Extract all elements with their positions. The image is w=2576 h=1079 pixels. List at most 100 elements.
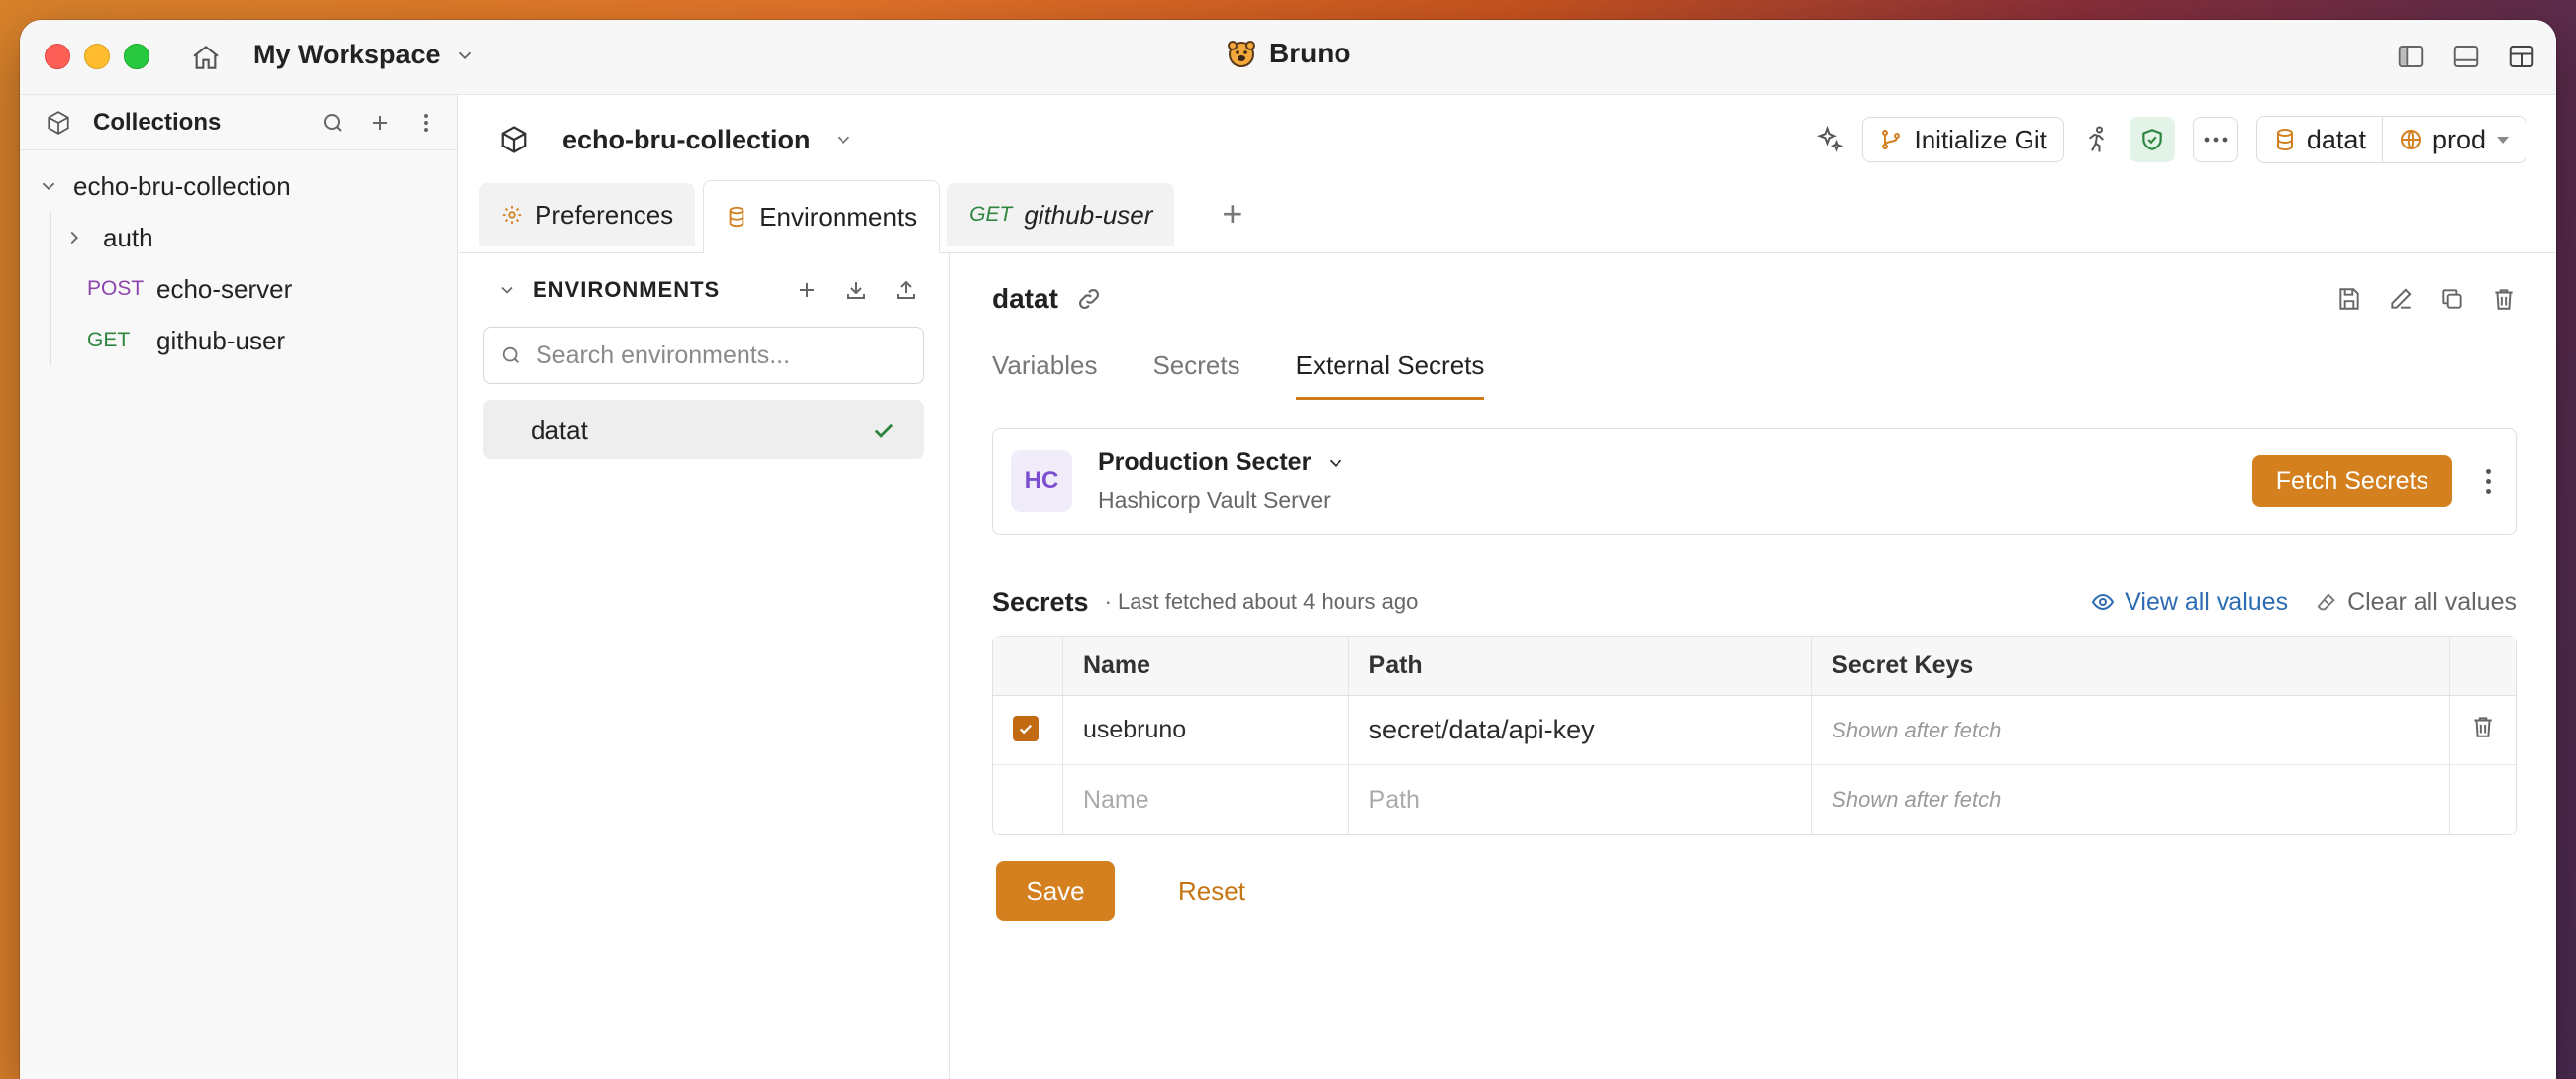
collection-tree: echo-bru-collection auth POST echo-serve…	[20, 150, 457, 366]
sidebar: Collections echo-bru-collection auth POS…	[20, 95, 458, 1079]
tab-environments[interactable]: Environments	[703, 180, 941, 253]
subtab-secrets[interactable]: Secrets	[1152, 343, 1239, 400]
workspace-switcher[interactable]: My Workspace	[253, 40, 476, 70]
environment-search-input[interactable]	[536, 341, 923, 370]
row-actions-cell	[2449, 696, 2516, 765]
collection-switcher[interactable]: echo-bru-collection	[499, 125, 854, 155]
secret-path-cell[interactable]: secret/data/api-key	[1347, 696, 1812, 765]
sidebar-header: Collections	[20, 95, 457, 150]
secret-keys-cell: Shown after fetch	[1811, 696, 2449, 765]
workspace-name: My Workspace	[253, 40, 441, 69]
environment-detail: datat Variables Secrets External Secrets…	[992, 253, 2517, 1079]
column-header-secret-keys: Secret Keys	[1811, 637, 2449, 696]
method-badge: GET	[87, 329, 131, 351]
minimize-window-button[interactable]	[84, 44, 110, 69]
new-secret-name-input[interactable]: Name	[1061, 765, 1348, 834]
secrets-title: Secrets	[992, 586, 1089, 617]
chevron-down-icon	[458, 51, 471, 59]
chevron-down-icon[interactable]	[497, 280, 517, 300]
trash-icon[interactable]	[2491, 286, 2517, 312]
chevron-right-icon	[70, 231, 79, 245]
folder-item-auth[interactable]: auth	[50, 212, 457, 263]
tab-github-user[interactable]: GET github-user	[947, 183, 1175, 246]
bruno-logo-icon	[1228, 41, 1255, 67]
delete-row-icon[interactable]	[2470, 714, 2496, 739]
form-actions: Save Reset	[992, 861, 2517, 921]
tab-label: Environments	[759, 201, 918, 232]
layout-icon[interactable]	[2507, 42, 2536, 71]
method-badge: POST	[87, 277, 145, 300]
main-area: echo-bru-collection Initialize Git datat…	[459, 95, 2556, 1079]
more-vertical-icon[interactable]	[416, 111, 436, 135]
provider-more-icon[interactable]	[2478, 468, 2498, 494]
add-icon[interactable]	[368, 111, 392, 135]
request-item-github-user[interactable]: GET github-user	[50, 315, 457, 366]
import-icon[interactable]	[844, 278, 868, 302]
caret-down-icon	[2497, 137, 2509, 144]
provider-type: Hashicorp Vault Server	[1098, 487, 1331, 513]
view-all-label: View all values	[2125, 587, 2289, 616]
eye-icon	[2092, 593, 2115, 611]
column-header-name: Name	[1061, 637, 1348, 696]
environments-title: ENVIRONMENTS	[533, 277, 721, 302]
environment-search[interactable]	[483, 327, 924, 384]
export-icon[interactable]	[894, 278, 918, 302]
security-shield-button[interactable]	[2129, 117, 2175, 162]
row-enabled-checkbox[interactable]	[1013, 716, 1039, 741]
save-button[interactable]: Save	[996, 861, 1115, 921]
search-icon[interactable]	[321, 111, 345, 135]
link-icon[interactable]	[1076, 286, 1102, 312]
environment-subtabs: Variables Secrets External Secrets	[992, 343, 2517, 400]
sidebar-title: Collections	[93, 108, 222, 136]
chevron-down-icon	[837, 136, 849, 145]
reset-button[interactable]: Reset	[1178, 876, 1245, 907]
new-tab-button[interactable]: +	[1222, 193, 1242, 235]
toggle-bottom-panel-icon[interactable]	[2451, 42, 2481, 71]
tab-label: github-user	[1024, 199, 1153, 230]
table-header-row: Name Path Secret Keys	[993, 637, 2516, 696]
collection-topbar: echo-bru-collection Initialize Git datat…	[459, 95, 2556, 184]
add-environment-icon[interactable]	[795, 278, 819, 302]
maximize-window-button[interactable]	[124, 44, 149, 69]
more-options-button[interactable]	[2192, 117, 2238, 162]
toggle-sidebar-icon[interactable]	[2396, 42, 2426, 71]
sparkles-icon[interactable]	[1815, 125, 1844, 154]
runner-icon[interactable]	[2082, 125, 2112, 154]
fetch-secrets-button[interactable]: Fetch Secrets	[2251, 455, 2452, 507]
table-row: usebruno secret/data/api-key Shown after…	[993, 696, 2516, 765]
initialize-git-button[interactable]: Initialize Git	[1861, 117, 2064, 162]
request-item-echo-server[interactable]: POST echo-server	[50, 263, 457, 315]
edit-icon[interactable]	[2388, 286, 2414, 312]
chevron-down-icon	[1330, 459, 1342, 467]
environment-detail-name: datat	[992, 283, 1058, 314]
new-secret-keys-cell: Shown after fetch	[1811, 765, 2449, 834]
chevron-down-icon	[42, 182, 55, 191]
collection-env-selector[interactable]: datat	[2257, 117, 2382, 162]
column-header-path: Path	[1347, 637, 1812, 696]
collection-item[interactable]: echo-bru-collection	[20, 160, 457, 212]
environments-header: ENVIRONMENTS	[459, 253, 949, 327]
tab-preferences[interactable]: Preferences	[479, 183, 696, 246]
new-secret-path-input[interactable]: Path	[1347, 765, 1812, 834]
git-branch-icon	[1881, 130, 1900, 149]
subtab-external-secrets[interactable]: External Secrets	[1295, 343, 1485, 400]
home-icon[interactable]	[190, 42, 222, 73]
clear-all-values-link[interactable]: Clear all values	[2316, 588, 2517, 617]
provider-selector[interactable]: Production Secter	[1098, 448, 2252, 477]
tab-bar: Preferences Environments GET github-user…	[459, 180, 2556, 253]
secret-name-cell[interactable]: usebruno	[1061, 696, 1348, 765]
provider-badge: HC	[1011, 450, 1072, 512]
view-all-values-link[interactable]: View all values	[2091, 588, 2288, 617]
global-env-selector[interactable]: prod	[2381, 117, 2526, 162]
database-icon	[729, 206, 744, 228]
request-label: echo-server	[156, 273, 293, 304]
app-name: Bruno	[1269, 38, 1351, 68]
environment-selector[interactable]: datat prod	[2255, 116, 2526, 163]
more-horizontal-icon	[2204, 137, 2228, 143]
subtab-variables[interactable]: Variables	[992, 343, 1097, 400]
environment-item-datat[interactable]: datat	[483, 400, 924, 459]
close-window-button[interactable]	[45, 44, 70, 69]
save-disk-icon[interactable]	[2336, 286, 2362, 312]
app-window: My Workspace Bruno Collections echo-bru-…	[20, 20, 2556, 1079]
copy-icon[interactable]	[2439, 286, 2465, 312]
